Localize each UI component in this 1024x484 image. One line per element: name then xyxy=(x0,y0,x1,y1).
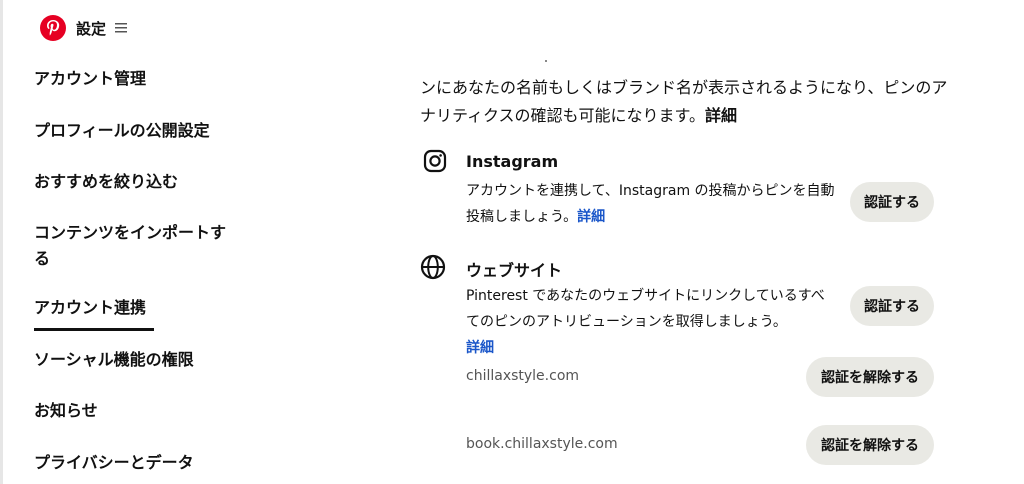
website-learn-more-link[interactable]: 詳細 xyxy=(466,340,494,356)
website-title: ウェブサイト xyxy=(466,261,563,280)
instagram-claim-button[interactable]: 認証する xyxy=(850,182,934,222)
sidebar-item-import-content[interactable]: コンテンツをインポートする xyxy=(34,220,229,272)
instagram-learn-more-link[interactable]: 詳細 xyxy=(577,209,605,225)
pinterest-logo-icon[interactable] xyxy=(40,15,66,41)
sidebar-item-account-management[interactable]: アカウント管理 xyxy=(34,66,234,92)
website-claim-button[interactable]: 認証する xyxy=(850,286,934,326)
sidebar-item-profile-visibility[interactable]: プロフィールの公開設定 xyxy=(34,118,234,144)
intro-paragraph: ンにあなたの名前もしくはブランド名が表示されるようになり、ピンのアナリティクスの… xyxy=(420,74,950,130)
settings-page: 設定 アカウント管理 プロフィールの公開設定 おすすめを絞り込む コンテンツをイ… xyxy=(0,0,1024,484)
sidebar-item-notifications[interactable]: お知らせ xyxy=(34,398,234,424)
page-title: 設定 xyxy=(76,19,107,38)
unclaim-domain-2-button[interactable]: 認証を解除する xyxy=(806,425,934,465)
window-edge xyxy=(0,0,3,484)
instagram-description: アカウントを連携して、Instagram の投稿からピンを自動投稿しましょう。詳… xyxy=(466,178,838,230)
claimed-domain-1: chillaxstyle.com xyxy=(466,368,580,384)
intro-text: ンにあなたの名前もしくはブランド名が表示されるようになり、ピンのアナリティクスの… xyxy=(420,78,948,125)
sidebar-item-claimed-accounts[interactable]: アカウント連携 xyxy=(34,295,234,331)
sidebar-item-privacy-data[interactable]: プライバシーとデータ xyxy=(34,450,234,476)
website-description: Pinterest であなたのウェブサイトにリンクしているすべてのピンのアトリビ… xyxy=(466,283,838,361)
sidebar-item-refine-recommendations[interactable]: おすすめを絞り込む xyxy=(34,169,234,195)
header: 設定 xyxy=(40,14,128,42)
sidebar-item-social-permissions[interactable]: ソーシャル機能の権限 xyxy=(34,347,234,373)
unclaim-domain-1-button[interactable]: 認証を解除する xyxy=(806,357,934,397)
claimed-domain-2: book.chillaxstyle.com xyxy=(466,436,618,452)
globe-icon xyxy=(420,254,446,280)
hamburger-menu-icon[interactable] xyxy=(114,21,128,35)
instagram-icon xyxy=(422,148,448,174)
website-description-text: Pinterest であなたのウェブサイトにリンクしているすべてのピンのアトリビ… xyxy=(466,288,825,330)
scroll-artifact xyxy=(545,60,547,62)
intro-learn-more-link[interactable]: 詳細 xyxy=(705,106,737,125)
instagram-title: Instagram xyxy=(466,152,559,171)
instagram-description-text: アカウントを連携して、Instagram の投稿からピンを自動投稿しましょう。 xyxy=(466,183,835,225)
